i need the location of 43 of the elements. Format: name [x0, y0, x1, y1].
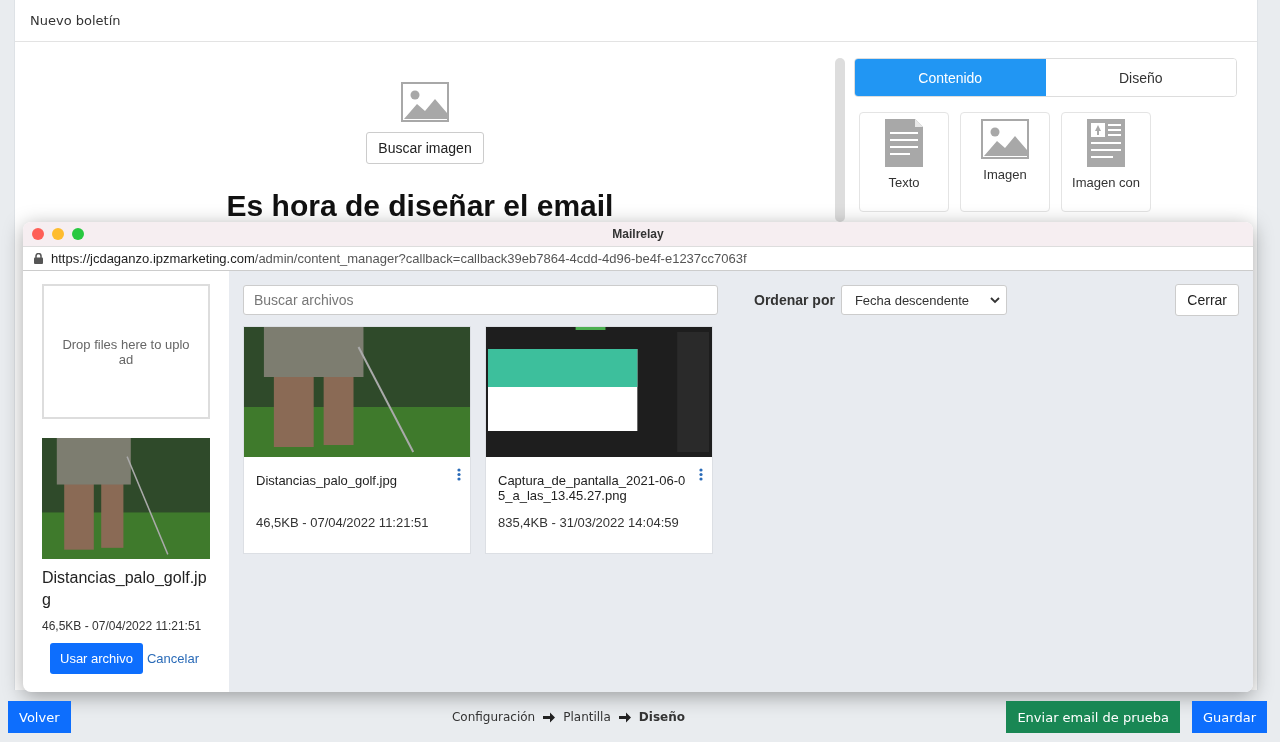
use-file-button[interactable]: Usar archivo [50, 643, 143, 674]
breadcrumb-step: Plantilla [563, 710, 611, 724]
email-headline: Es hora de diseñar el email [226, 192, 614, 222]
breadcrumb-step: Diseño [638, 710, 685, 724]
more-options-icon[interactable] [457, 468, 461, 481]
file-card[interactable]: Distancias_palo_golf.jpg 46,5KB - 07/04/2022 11:21:51 [243, 326, 471, 554]
document-icon [885, 119, 923, 167]
search-field[interactable]: Buscar archivos [243, 285, 718, 315]
save-button[interactable]: Guardar [1192, 701, 1267, 733]
file-name: Captura_de_pantalla_2021-06-05_a_las_13.45.27.png [498, 473, 687, 505]
send-test-email-button[interactable]: Enviar email de prueba [1006, 701, 1181, 733]
arrow-right-icon [618, 711, 631, 723]
search-image-button[interactable]: Buscar imagen [366, 132, 484, 164]
scrollbar[interactable] [835, 58, 845, 222]
breadcrumb-step: Configuración [451, 710, 536, 724]
close-icon[interactable] [32, 228, 44, 240]
window-title: Mailrelay [612, 227, 664, 241]
maximize-icon[interactable] [72, 228, 84, 240]
file-name: Distancias_palo_golf.jpg [42, 568, 208, 610]
content-block[interactable]: Imagen [960, 112, 1050, 212]
captioned-image-icon [1087, 119, 1125, 167]
file-name: Distancias_palo_golf.jpg [256, 473, 398, 490]
content-block[interactable]: Texto [859, 112, 949, 212]
chevron-down-icon [989, 296, 1000, 304]
arrow-right-icon [543, 711, 556, 723]
close-button[interactable]: Cerrar [1175, 284, 1239, 316]
file-card[interactable]: Captura_de_pantalla_2021-06-05_a_las_13.45.27.png 835,4KB - 31/03/2022 14:04:59 [485, 326, 713, 554]
minimize-icon[interactable] [52, 228, 64, 240]
image-icon [401, 82, 449, 122]
file-details: 835,4KB - 31/03/2022 14:04:59 [498, 515, 680, 530]
lock-icon [34, 253, 43, 264]
url-text: https://jcdaganzo.ipzmarketing.com/admin/content_manager?callback=callback39eb7864-4cdd-4d96-be4f-e1237cc7063f [51, 251, 747, 266]
more-options-icon[interactable] [699, 468, 703, 481]
back-button[interactable]: Volver [8, 701, 71, 733]
drop-zone[interactable]: Drop files here to upload [42, 284, 210, 419]
page-title: Nuevo boletín [30, 13, 121, 28]
image-icon [981, 119, 1029, 159]
cancel-link[interactable]: Cancelar [146, 651, 199, 666]
sort-label: Ordenar por [754, 292, 835, 308]
file-details: 46,5KB - 07/04/2022 11:21:51 [256, 515, 430, 530]
sort-dropdown[interactable]: Fecha descendente [840, 285, 1007, 315]
content-block[interactable]: Imagen con [1061, 112, 1151, 212]
file-details: 46,5KB - 07/04/2022 11:21:51 [42, 619, 203, 633]
